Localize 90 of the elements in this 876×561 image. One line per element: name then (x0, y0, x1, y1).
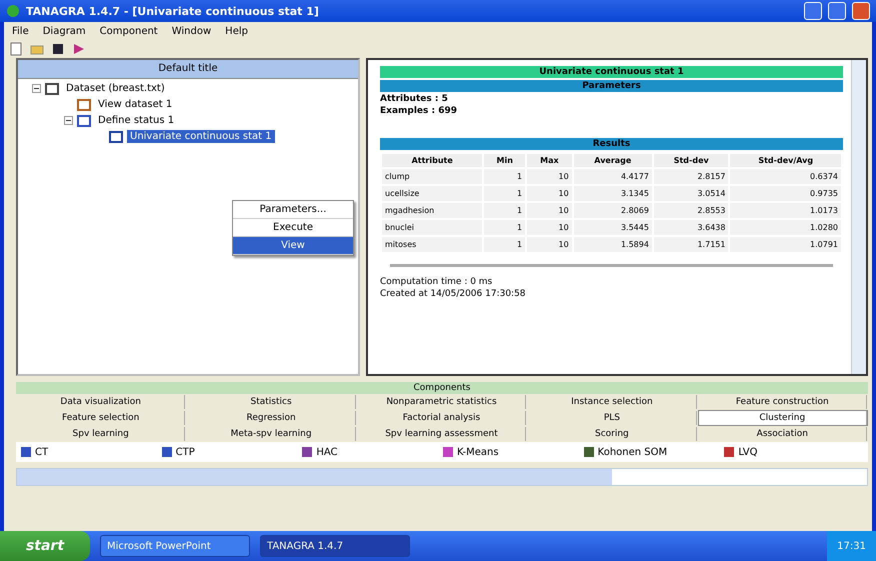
table-cell: bnuclei (382, 220, 482, 235)
table-cell: 10 (527, 220, 572, 235)
table-cell: 10 (527, 186, 572, 201)
table-cell: 1.0280 (730, 220, 841, 235)
table-cell: 1 (484, 203, 526, 218)
component-icon[interactable] (20, 446, 32, 458)
tree-node[interactable]: Define status 1 (95, 114, 178, 127)
run-icon[interactable] (72, 42, 86, 56)
node-icon (77, 98, 91, 110)
tree-header: Default title (18, 60, 358, 79)
section-header: Results (380, 138, 843, 150)
table-cell: mgadhesion (382, 203, 482, 218)
node-icon (77, 114, 91, 126)
open-folder-icon[interactable] (30, 43, 44, 55)
component-label[interactable]: Kohonen SOM (598, 446, 668, 458)
table-cell: 1.5894 (574, 237, 652, 252)
column-header: Std-dev/Avg (730, 154, 841, 167)
table-cell: mitoses (382, 237, 482, 252)
footer-text: Created at 14/05/2006 17:30:58 (380, 289, 527, 299)
components-header: Components (16, 382, 868, 394)
table-cell: 1.0173 (730, 203, 841, 218)
scrollbar[interactable] (851, 60, 866, 374)
component-tab[interactable]: Clustering (698, 411, 867, 425)
table-cell: 3.1345 (574, 186, 652, 201)
menu-item[interactable]: File (12, 26, 29, 36)
table-cell: 2.8069 (574, 203, 652, 218)
component-icon[interactable] (442, 446, 454, 458)
scrollbar[interactable] (16, 468, 868, 486)
component-label[interactable]: LVQ (738, 446, 758, 458)
table-cell: 10 (527, 169, 572, 184)
menu-item[interactable]: Window (172, 26, 212, 36)
section-header: Parameters (380, 80, 843, 92)
table-cell: 1 (484, 237, 526, 252)
table-cell: 4.4177 (574, 169, 652, 184)
node-icon (45, 82, 59, 94)
table-cell: clump (382, 169, 482, 184)
table-cell: 1 (484, 186, 526, 201)
clock: 17:31 (837, 540, 866, 552)
table-cell: 3.6438 (654, 220, 728, 235)
context-menu-item[interactable]: Parameters... (233, 201, 353, 219)
tree-node[interactable]: View dataset 1 (95, 98, 176, 111)
table-cell: 2.8553 (654, 203, 728, 218)
table-cell: 1.0791 (730, 237, 841, 252)
scroll-thumb[interactable] (17, 469, 612, 485)
component-icon[interactable] (582, 446, 595, 458)
tree-node[interactable]: Dataset (breast.txt) (63, 82, 168, 95)
table-cell: 3.5445 (574, 220, 652, 235)
taskbar-button[interactable]: Microsoft PowerPoint (100, 535, 250, 557)
new-file-icon[interactable] (10, 42, 22, 56)
table-cell: ucellsize (382, 186, 482, 201)
table-cell: 1 (484, 169, 526, 184)
close-button[interactable] (852, 2, 870, 20)
component-icon[interactable] (160, 446, 173, 458)
collapse-icon[interactable] (32, 84, 41, 93)
report-title: Univariate continuous stat 1 (380, 66, 843, 78)
minimize-button[interactable] (804, 2, 822, 20)
maximize-button[interactable] (828, 2, 846, 20)
table-cell: 1.7151 (654, 237, 728, 252)
taskbar-button[interactable]: TANAGRA 1.4.7 (260, 535, 410, 557)
table-cell: 0.9735 (730, 186, 841, 201)
footer-text: Computation time : 0 ms (380, 277, 494, 287)
menu-item[interactable]: Help (225, 26, 248, 36)
table-cell: 1 (484, 220, 526, 235)
tree-node[interactable]: Univariate continuous stat 1 (127, 130, 275, 143)
column-header: Max (527, 154, 572, 167)
column-header: Std-dev (654, 154, 728, 167)
component-icon[interactable] (723, 446, 736, 458)
context-menu-item[interactable]: View (233, 237, 353, 255)
node-icon (109, 130, 123, 142)
parameter-text: Examples : 699 (380, 106, 458, 116)
parameter-text: Attributes : 5 (380, 94, 449, 104)
table-cell: 10 (527, 203, 572, 218)
component-label[interactable]: HAC (316, 446, 338, 458)
collapse-icon[interactable] (64, 116, 73, 125)
table-cell: 10 (527, 237, 572, 252)
save-icon[interactable] (52, 43, 64, 55)
component-label[interactable]: K-Means (457, 446, 499, 458)
window-title: TANAGRA 1.4.7 - [Univariate continuous stat 1] (26, 4, 320, 18)
component-label[interactable]: CT (35, 446, 48, 458)
table-cell: 3.0514 (654, 186, 728, 201)
column-header: Average (574, 154, 652, 167)
column-header: Min (484, 154, 526, 167)
menu-item[interactable]: Diagram (42, 26, 86, 36)
context-menu-item[interactable]: Execute (233, 219, 353, 237)
table-cell: 2.8157 (654, 169, 728, 184)
component-icon[interactable] (301, 446, 314, 458)
table-cell: 0.6374 (730, 169, 841, 184)
menu-item[interactable]: Component (100, 26, 158, 36)
column-header: Attribute (382, 154, 482, 167)
component-label[interactable]: CTP (176, 446, 195, 458)
